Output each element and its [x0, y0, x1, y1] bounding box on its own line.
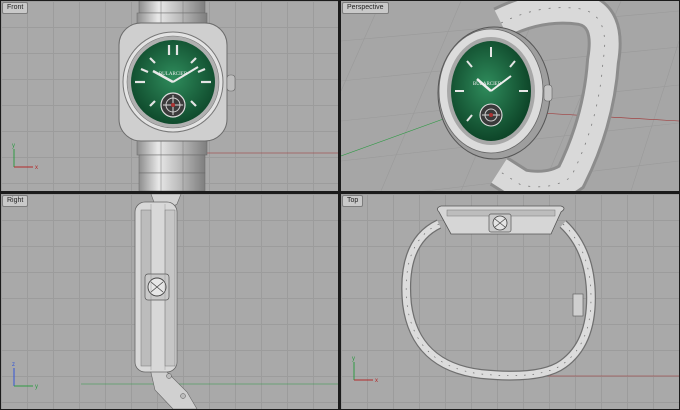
axis-x-label: x: [35, 165, 38, 171]
axis-x-label-top: x: [375, 378, 378, 384]
right-view-scene: z y: [12, 194, 338, 409]
viewport-perspective[interactable]: Perspective BULARCIER: [341, 1, 679, 191]
viewport-grid: Front BULARCIER y x Perspective BULARCIE…: [0, 0, 680, 410]
crown: [226, 74, 236, 92]
viewport-tab-right[interactable]: Right: [2, 195, 29, 207]
axis-y-label-right: y: [35, 384, 38, 390]
top-view-scene: y x: [352, 205, 679, 384]
top-case-outline: [437, 205, 565, 235]
viewport-top[interactable]: Top y x: [341, 194, 679, 409]
viewport-tab-perspective[interactable]: Perspective: [342, 2, 389, 14]
dial-brand: BULARCIER: [159, 72, 188, 77]
axis-y-label-top: y: [352, 356, 355, 362]
viewport-front[interactable]: Front BULARCIER y x: [1, 1, 338, 191]
viewport-right[interactable]: Right z y: [1, 194, 338, 409]
top-bracelet-loop: [401, 219, 597, 381]
lower-bracelet: [136, 136, 208, 191]
perspective-tourbillon: [479, 103, 503, 127]
axis-z-label-right: z: [12, 362, 15, 368]
perspective-view-scene: BULARCIER: [341, 1, 679, 191]
perspective-dial-brand: BULARCIER: [473, 82, 502, 87]
axis-widget-right: z y: [12, 362, 38, 390]
axis-widget-top: y x: [352, 356, 378, 384]
right-case-profile: [134, 201, 178, 373]
axis-y-label: y: [12, 143, 15, 149]
tourbillon: [160, 92, 186, 118]
axis-widget: y x: [12, 143, 38, 171]
front-view-scene: BULARCIER y x: [12, 1, 338, 191]
viewport-tab-top[interactable]: Top: [342, 195, 364, 207]
viewport-tab-front[interactable]: Front: [2, 2, 29, 14]
clasp: [572, 293, 584, 317]
